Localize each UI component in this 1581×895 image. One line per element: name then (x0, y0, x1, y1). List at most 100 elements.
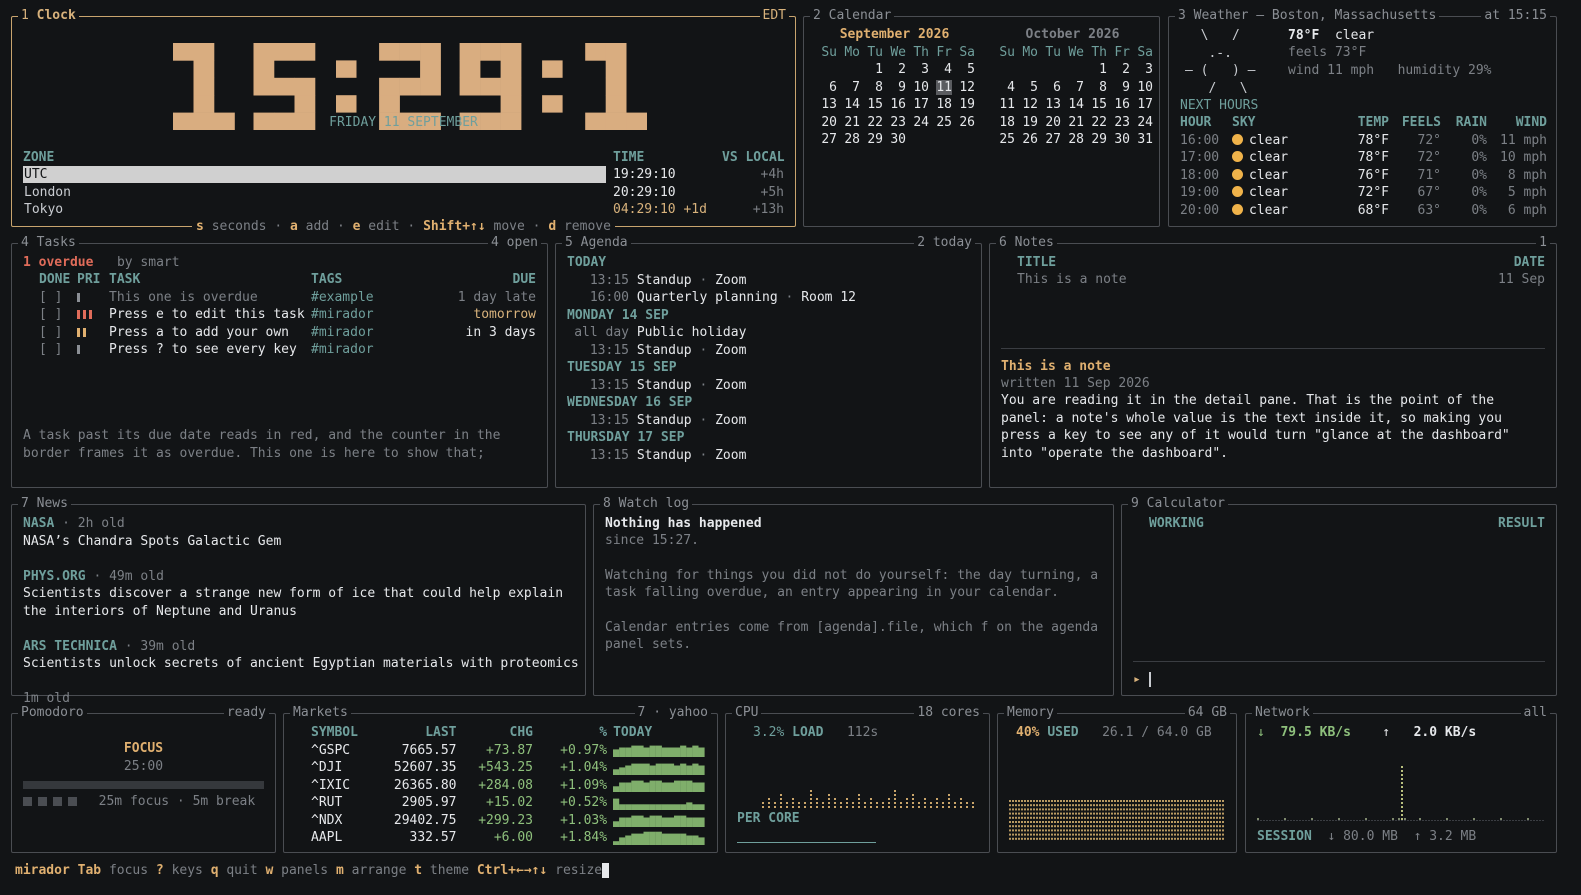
day-cell[interactable]: 15 (860, 96, 883, 114)
network-panel[interactable]: Network all ↓ 79.5 KB/s ↑ 2.0 KB/s SESSI… (1245, 705, 1557, 853)
task-row[interactable]: [ ] Press ? to see every key #mirador (39, 341, 536, 359)
memory-panel[interactable]: Memory 64 GB 40% USED 26.1 / 64.0 GB (997, 705, 1237, 853)
day-cell[interactable]: 1 (1084, 61, 1107, 79)
task-row[interactable]: [ ] Press a to add your own #mirador in 3 d… (39, 324, 536, 342)
day-cell[interactable]: 27 (814, 131, 837, 149)
calculator-input[interactable]: ▸ (1133, 671, 1151, 688)
notes-panel[interactable]: 6 Notes 1 TITLE DATE This is a note 11 S… (989, 235, 1557, 488)
weather-panel[interactable]: 3 Weather — Boston, Massachusetts at 15:… (1168, 8, 1557, 227)
day-cell[interactable]: 25 (929, 114, 952, 132)
agenda-event[interactable]: 13:15 Standup · Zoom (567, 447, 747, 464)
day-cell[interactable]: 2 (1107, 61, 1130, 79)
calculator-panel[interactable]: 9 Calculator WORKING RESULT ▸ (1121, 496, 1557, 696)
day-cell[interactable]: 14 (1061, 96, 1084, 114)
day-cell[interactable]: 24 (906, 114, 929, 132)
day-cell[interactable]: 4 (992, 79, 1015, 97)
tasks-panel[interactable]: 4 Tasks 4 open 1 overdue by smart DONE PR… (11, 235, 548, 488)
agenda-event[interactable]: 13:15 Standup · Zoom (567, 272, 747, 289)
day-cell[interactable]: 8 (860, 79, 883, 97)
news-headline[interactable]: the interiors of Neptune and Uranus (23, 603, 297, 620)
day-cell[interactable]: 6 (1038, 79, 1061, 97)
day-cell[interactable]: 19 (952, 96, 975, 114)
day-cell[interactable]: 23 (1107, 114, 1130, 132)
day-cell[interactable]: 30 (883, 131, 906, 149)
agenda-event[interactable]: 13:15 Standup · Zoom (567, 412, 747, 429)
status-hint[interactable]: w panels (266, 863, 329, 878)
day-cell[interactable]: 3 (1130, 61, 1153, 79)
agenda-event[interactable]: 16:00 Quarterly planning · Room 12 (567, 289, 856, 306)
news-headline[interactable]: Scientists unlock secrets of ancient Egy… (23, 655, 579, 672)
day-cell[interactable]: 31 (1130, 131, 1153, 149)
day-cell[interactable]: 27 (1038, 131, 1061, 149)
day-cell[interactable]: 3 (906, 61, 929, 79)
day-cell[interactable]: 23 (883, 114, 906, 132)
clock-panel[interactable]: 1 Clock EDT FRIDAY 11 SEPTEMBER ZONE TIM… (11, 8, 796, 234)
day-cell[interactable]: 16 (883, 96, 906, 114)
news-headline[interactable]: Scientists discover a strange new form o… (23, 585, 563, 602)
day-cell[interactable]: 13 (1038, 96, 1061, 114)
day-cell[interactable]: 28 (1061, 131, 1084, 149)
day-cell[interactable]: 21 (837, 114, 860, 132)
note-row-title[interactable]: This is a note (1017, 271, 1127, 288)
status-hint[interactable]: Ctrl+←→↑↓ resize (477, 863, 602, 878)
status-hint[interactable]: ? keys (156, 863, 203, 878)
cpu-panel[interactable]: CPU 18 cores 3.2% LOAD 112s PER CORE (725, 705, 990, 853)
day-cell[interactable]: 11 (992, 96, 1015, 114)
market-row[interactable]: ^DJI 52607.35 +543.25 +1.04% (311, 759, 707, 777)
day-cell[interactable]: 10 (906, 79, 929, 97)
status-hint[interactable]: t theme (414, 863, 469, 878)
market-row[interactable]: ^RUT 2905.97 +15.02 +0.52% (311, 794, 707, 812)
agenda-panel[interactable]: 5 Agenda 2 today TODAY 13:15 Standup · Zo… (555, 235, 982, 488)
task-checkbox[interactable]: [ ] (39, 324, 77, 342)
day-cell[interactable]: 29 (1084, 131, 1107, 149)
day-cell[interactable]: 5 (1015, 79, 1038, 97)
news-headline[interactable]: NASA’s Chandra Spots Galactic Gem (23, 533, 281, 550)
markets-panel[interactable]: Markets 7 · yahoo SYMBOL LAST CHG% TODAY ^GS… (283, 705, 718, 853)
day-cell[interactable]: 26 (952, 114, 975, 132)
day-cell[interactable]: 8 (1084, 79, 1107, 97)
agenda-event[interactable]: 13:15 Standup · Zoom (567, 342, 747, 359)
watchlog-panel[interactable]: 8 Watch log Nothing has happened since 1… (593, 496, 1114, 696)
pomodoro-panel[interactable]: Pomodoro ready FOCUS 25:00 25m focus · 5… (11, 705, 276, 853)
day-cell[interactable]: 17 (906, 96, 929, 114)
day-cell[interactable]: 9 (1107, 79, 1130, 97)
day-cell[interactable]: 12 (1015, 96, 1038, 114)
calendar-panel[interactable]: 2 Calendar September 2026 Su Mo Tu We Th Fr Sa 1… (803, 8, 1160, 227)
day-cell[interactable]: 29 (860, 131, 883, 149)
day-cell[interactable]: 28 (837, 131, 860, 149)
agenda-event[interactable]: all day Public holiday (567, 324, 746, 341)
day-cell[interactable]: 14 (837, 96, 860, 114)
agenda-event[interactable]: 13:15 Standup · Zoom (567, 377, 747, 394)
day-cell[interactable]: 1 (860, 61, 883, 79)
status-hint[interactable]: Tab focus (78, 863, 148, 878)
day-cell[interactable]: 17 (1130, 96, 1153, 114)
market-row[interactable]: AAPL 332.57 +6.00 +1.84% (311, 829, 707, 847)
day-cell[interactable]: 11 (929, 79, 952, 97)
day-cell[interactable]: 26 (1015, 131, 1038, 149)
day-cell[interactable]: 22 (1084, 114, 1107, 132)
task-row[interactable]: [ ] This one is overdue #example 1 day late (39, 289, 536, 307)
task-checkbox[interactable]: [ ] (39, 306, 77, 324)
day-cell[interactable]: 10 (1130, 79, 1153, 97)
task-checkbox[interactable]: [ ] (39, 289, 77, 307)
day-cell[interactable]: 18 (929, 96, 952, 114)
day-cell[interactable]: 4 (929, 61, 952, 79)
day-cell[interactable]: 7 (1061, 79, 1084, 97)
day-cell[interactable]: 18 (992, 114, 1015, 132)
day-cell[interactable]: 2 (883, 61, 906, 79)
task-row[interactable]: [ ] Press e to edit this task #mirador tomo… (39, 306, 536, 324)
day-cell[interactable]: 19 (1015, 114, 1038, 132)
day-cell[interactable]: 5 (952, 61, 975, 79)
day-cell[interactable]: 12 (952, 79, 975, 97)
market-row[interactable]: ^IXIC 26365.80 +284.08 +1.09% (311, 777, 707, 795)
day-cell[interactable]: 22 (860, 114, 883, 132)
day-cell[interactable]: 13 (814, 96, 837, 114)
day-cell[interactable]: 6 (814, 79, 837, 97)
news-panel[interactable]: 7 News NASA · 2h old NASA’s Chandra Spots… (11, 496, 586, 706)
day-cell[interactable]: 15 (1084, 96, 1107, 114)
day-cell[interactable]: 16 (1107, 96, 1130, 114)
market-row[interactable]: ^GSPC 7665.57 +73.87 +0.97% (311, 742, 707, 760)
status-hint[interactable]: q quit (211, 863, 258, 878)
day-cell[interactable]: 20 (814, 114, 837, 132)
day-cell[interactable]: 25 (992, 131, 1015, 149)
